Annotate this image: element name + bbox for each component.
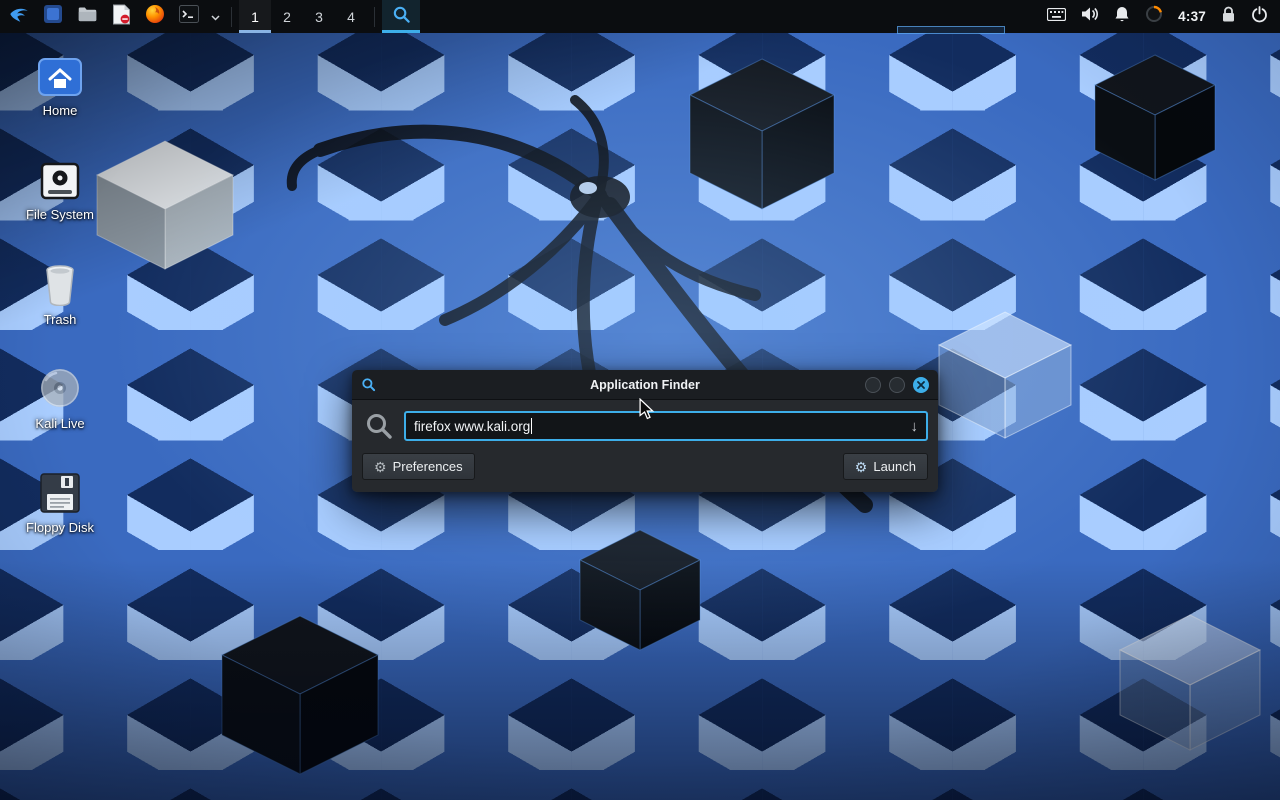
top-panel: 1 2 3 4 xyxy=(0,0,1280,33)
file-manager-button[interactable] xyxy=(70,0,104,33)
desktop-icon-label: Home xyxy=(43,104,78,118)
floppy-icon xyxy=(39,464,81,514)
close-button[interactable] xyxy=(913,377,929,393)
disc-icon xyxy=(38,360,82,410)
keyboard-icon xyxy=(1047,8,1066,26)
desktop-icon-floppy-disk[interactable]: Floppy Disk xyxy=(12,464,108,535)
workspace-button-4[interactable]: 4 xyxy=(335,0,367,33)
firefox-button[interactable] xyxy=(138,0,172,33)
search-icon xyxy=(365,412,393,440)
gear-icon: ⚙ xyxy=(374,460,387,474)
clock[interactable]: 4:37 xyxy=(1178,0,1206,33)
workspace-button-1[interactable]: 1 xyxy=(239,0,271,33)
finder-body: firefox www.kali.org ↓ ⚙ Preferences ⚙ L… xyxy=(352,400,938,492)
screen-lock-button[interactable] xyxy=(1221,0,1236,33)
system-tray: 4:37 xyxy=(1047,0,1280,33)
dropdown-arrow-icon[interactable]: ↓ xyxy=(911,419,919,434)
maximize-button[interactable] xyxy=(889,377,905,393)
clock-text: 4:37 xyxy=(1178,9,1206,24)
preferences-label: Preferences xyxy=(393,459,463,474)
kali-menu-button[interactable] xyxy=(2,0,36,33)
terminal-button[interactable] xyxy=(172,0,206,33)
desktop-icon-file-system[interactable]: File System xyxy=(12,151,108,222)
home-icon xyxy=(37,47,83,97)
window-title: Application Finder xyxy=(352,378,938,392)
application-finder-window: Application Finder firefox www.kali.org … xyxy=(352,370,938,492)
desktop-icons: Home File System Trash Kali Live Floppy … xyxy=(12,47,108,535)
close-icon xyxy=(917,376,925,394)
desktop-icon-kali-live[interactable]: Kali Live xyxy=(12,360,108,431)
logout-button[interactable] xyxy=(1251,0,1268,33)
workspace-button-3[interactable]: 3 xyxy=(303,0,335,33)
resource-monitor-button[interactable] xyxy=(1145,0,1163,33)
desktop-icon-label: Trash xyxy=(44,313,77,327)
keyboard-layout-button[interactable] xyxy=(1047,0,1066,33)
titlebar[interactable]: Application Finder xyxy=(352,370,938,400)
panel-separator xyxy=(231,7,232,27)
terminal-icon xyxy=(179,5,199,28)
folder-icon xyxy=(77,4,98,30)
desktop-icon-trash[interactable]: Trash xyxy=(12,256,108,327)
notifications-button[interactable] xyxy=(1114,0,1130,33)
desktop-icon-label: File System xyxy=(26,208,94,222)
tray-expander-indicator[interactable] xyxy=(897,26,1005,34)
terminal-dropdown-button[interactable] xyxy=(206,0,224,33)
minimize-button[interactable] xyxy=(865,377,881,393)
power-icon xyxy=(1251,6,1268,28)
text-editor-button[interactable] xyxy=(104,0,138,33)
workspace-button-2[interactable]: 2 xyxy=(271,0,303,33)
launch-label: Launch xyxy=(873,459,916,474)
monitor-ring-icon xyxy=(1145,5,1163,28)
command-input-value: firefox www.kali.org xyxy=(414,419,530,434)
launch-icon: ⚙ xyxy=(855,460,868,474)
bell-icon xyxy=(1114,6,1130,28)
volume-button[interactable] xyxy=(1081,0,1099,33)
preferences-button[interactable]: ⚙ Preferences xyxy=(362,453,475,480)
chevron-down-icon xyxy=(211,8,220,26)
kali-logo-icon xyxy=(8,3,30,30)
trash-icon xyxy=(41,256,79,306)
text-caret xyxy=(531,418,532,434)
panel-separator xyxy=(374,7,375,27)
blue-app-icon xyxy=(43,4,63,29)
firefox-icon xyxy=(145,4,165,29)
desktop-icon-label: Floppy Disk xyxy=(26,521,94,535)
search-icon xyxy=(392,5,411,29)
speaker-icon xyxy=(1081,6,1099,27)
panel-launchers: 1 2 3 4 xyxy=(0,0,420,33)
launch-button[interactable]: ⚙ Launch xyxy=(843,453,928,480)
document-icon xyxy=(112,4,131,30)
window-icon xyxy=(361,377,376,392)
file-system-icon xyxy=(39,151,81,201)
lock-icon xyxy=(1221,6,1236,28)
files-app-button[interactable] xyxy=(36,0,70,33)
command-input[interactable]: firefox www.kali.org ↓ xyxy=(404,411,928,441)
desktop-icon-label: Kali Live xyxy=(35,417,84,431)
taskbar-appfinder-button[interactable] xyxy=(382,0,420,33)
desktop-icon-home[interactable]: Home xyxy=(12,47,108,118)
